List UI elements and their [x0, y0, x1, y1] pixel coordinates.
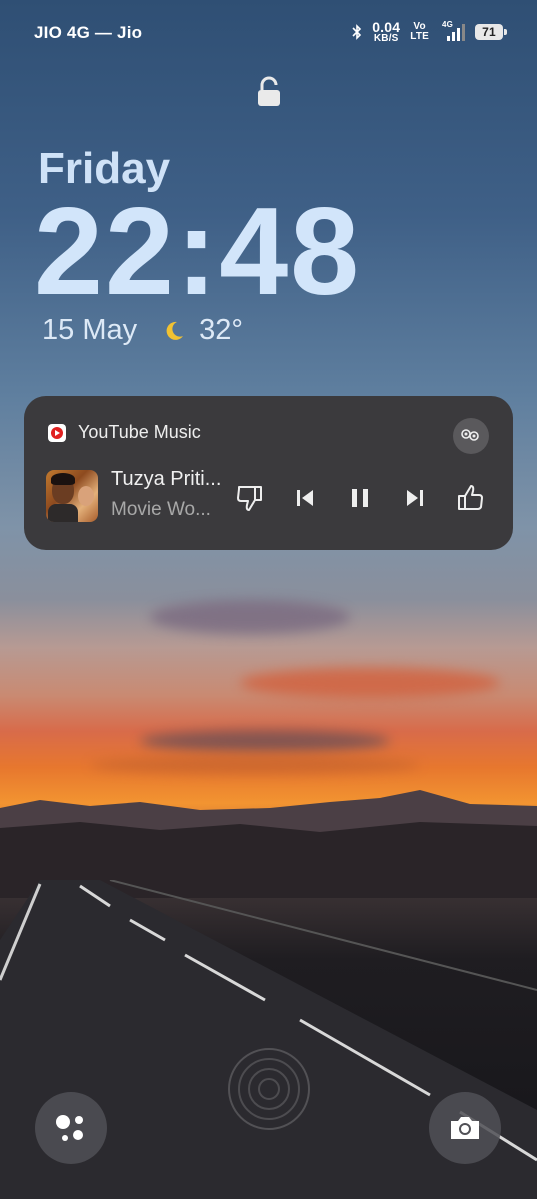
camera-shortcut-button[interactable] — [429, 1092, 501, 1164]
date-weather: 15 May 32° — [42, 314, 243, 347]
cloud — [150, 600, 350, 634]
temperature-label: 32° — [199, 314, 243, 346]
lock-icon — [258, 76, 280, 106]
cloud — [140, 730, 390, 752]
fingerprint-icon[interactable] — [226, 1046, 312, 1132]
clock-time: 22:48 — [34, 183, 362, 321]
dislike-icon[interactable] — [234, 482, 266, 514]
previous-icon[interactable] — [289, 482, 321, 514]
assistant-shortcut-button[interactable] — [35, 1092, 107, 1164]
volte-indicator: Vo LTE — [410, 21, 429, 42]
network-speed: 0.04 KB/S — [372, 19, 401, 44]
album-art[interactable] — [46, 470, 98, 522]
cloud — [90, 756, 420, 774]
song-title: Tuzya Priti... — [111, 468, 222, 490]
like-icon[interactable] — [454, 482, 486, 514]
media-app-name: YouTube Music — [78, 422, 201, 442]
date-label: 15 May — [42, 314, 138, 346]
cast-device-icon[interactable] — [453, 418, 489, 454]
pause-icon[interactable] — [344, 482, 376, 514]
bluetooth-icon — [352, 24, 362, 40]
status-bar: JIO 4G — Jio 0.04 KB/S Vo LTE 4G 71 — [0, 18, 537, 46]
song-subtitle: Movie Wo... — [111, 499, 211, 520]
media-app-row: YouTube Music — [48, 422, 201, 443]
camera-icon — [451, 1117, 479, 1139]
battery-icon: 71 — [475, 24, 507, 40]
next-icon[interactable] — [399, 482, 431, 514]
youtube-music-icon — [48, 423, 66, 442]
signal-icon: 4G — [439, 20, 465, 42]
media-player-card[interactable]: YouTube Music Tuzya Priti... Movie Wo... — [24, 396, 513, 550]
carrier-label: JIO 4G — Jio — [34, 23, 143, 42]
assistant-icon — [56, 1115, 83, 1141]
cloud — [240, 668, 500, 698]
moon-icon — [166, 321, 184, 340]
